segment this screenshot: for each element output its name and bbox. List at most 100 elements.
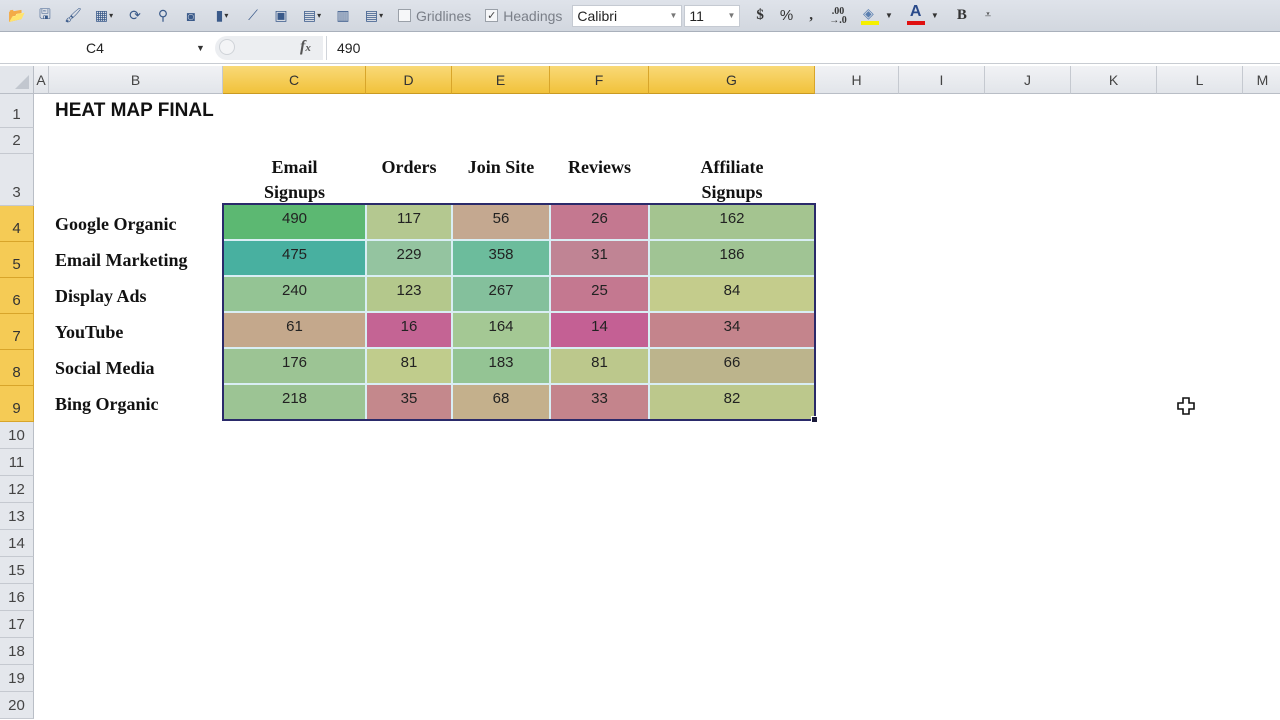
heat-cell[interactable]: 34 <box>650 313 814 349</box>
column-header-j[interactable]: J <box>985 66 1071 94</box>
row-header-1[interactable]: 1 <box>0 94 34 128</box>
name-box-dropdown-icon[interactable]: ▼ <box>196 43 205 53</box>
heat-cell[interactable]: 176 <box>224 349 367 385</box>
refresh-button[interactable]: ⟳ <box>124 5 146 27</box>
font-color-button[interactable]: A <box>905 3 927 27</box>
heat-cell[interactable]: 84 <box>650 277 814 313</box>
gridlines-toggle[interactable]: Gridlines <box>398 8 471 24</box>
column-header-i[interactable]: I <box>899 66 985 94</box>
chart-button[interactable]: ▮ <box>208 5 236 27</box>
heat-cell[interactable]: 82 <box>650 385 814 419</box>
row-header-6[interactable]: 6 <box>0 278 34 314</box>
row-header-9[interactable]: 9 <box>0 386 34 422</box>
decrease-decimal-button[interactable]: .00 →.0 <box>829 6 847 25</box>
headings-checkbox[interactable]: ✓ <box>485 9 499 22</box>
row-header-20[interactable]: 20 <box>0 692 34 719</box>
heat-cell[interactable]: 26 <box>551 205 650 241</box>
line-chart-button[interactable]: ⟋ <box>242 5 264 27</box>
heat-cell[interactable]: 56 <box>453 205 551 241</box>
currency-format-button[interactable]: $ <box>756 7 764 24</box>
heat-cell[interactable]: 218 <box>224 385 367 419</box>
heat-map-range[interactable]: 490 117 56 26 162 475 229 358 31 186 240 123 267 25 84… <box>222 203 816 421</box>
heat-cell[interactable]: 66 <box>650 349 814 385</box>
heat-cell[interactable]: 25 <box>551 277 650 313</box>
column-header-m[interactable]: M <box>1243 66 1280 94</box>
save-button[interactable]: 🖫 <box>34 5 56 27</box>
heat-cell[interactable]: 117 <box>367 205 453 241</box>
column-header-g[interactable]: G <box>649 66 815 94</box>
table-style-button[interactable]: ▤ <box>298 5 326 27</box>
headings-toggle[interactable]: ✓ Headings <box>485 8 562 24</box>
column-header-k[interactable]: K <box>1071 66 1157 94</box>
font-name-select[interactable]: Calibri ▼ <box>572 4 683 27</box>
heat-cell[interactable]: 183 <box>453 349 551 385</box>
customize-toolbar-icon[interactable]: ⩡ <box>985 9 991 22</box>
row-header-5[interactable]: 5 <box>0 242 34 278</box>
cell-style-button[interactable]: ▤ <box>360 5 388 27</box>
heat-cell[interactable]: 162 <box>650 205 814 241</box>
row-header-16[interactable]: 16 <box>0 584 34 611</box>
heat-cell[interactable]: 358 <box>453 241 551 277</box>
heat-cell[interactable]: 186 <box>650 241 814 277</box>
heat-cell[interactable]: 267 <box>453 277 551 313</box>
insert-function-button[interactable]: fx <box>300 38 311 56</box>
fill-handle[interactable] <box>811 416 818 423</box>
heat-cell[interactable]: 240 <box>224 277 367 313</box>
column-header-c[interactable]: C <box>223 66 366 94</box>
heat-cell[interactable]: 81 <box>367 349 453 385</box>
heat-cell[interactable]: 123 <box>367 277 453 313</box>
heat-cell[interactable]: 31 <box>551 241 650 277</box>
column-header-l[interactable]: L <box>1157 66 1243 94</box>
name-box[interactable]: C4 ▼ <box>0 36 212 60</box>
row-header-4[interactable]: 4 <box>0 206 34 242</box>
row-header-3[interactable]: 3 <box>0 154 34 206</box>
font-size-select[interactable]: 11 ▼ <box>684 4 741 27</box>
filter-button[interactable]: ⚲ <box>152 5 174 27</box>
row-header-18[interactable]: 18 <box>0 638 34 665</box>
heat-cell[interactable]: 81 <box>551 349 650 385</box>
row-header-8[interactable]: 8 <box>0 350 34 386</box>
format-painter-button[interactable]: 🖌 <box>62 5 84 27</box>
column-header-f[interactable]: F <box>550 66 649 94</box>
font-color-dropdown-icon[interactable]: ▼ <box>931 11 939 20</box>
gridlines-checkbox[interactable] <box>398 9 411 22</box>
table-button[interactable]: ▦ <box>90 5 118 27</box>
percent-format-button[interactable]: % <box>780 7 793 24</box>
row-header-11[interactable]: 11 <box>0 449 34 476</box>
column-header-h[interactable]: H <box>815 66 899 94</box>
column-header-e[interactable]: E <box>452 66 550 94</box>
open-button[interactable]: 📂 <box>6 5 28 27</box>
row-header-12[interactable]: 12 <box>0 476 34 503</box>
select-all-button[interactable] <box>0 66 34 94</box>
row-header-2[interactable]: 2 <box>0 128 34 154</box>
formula-input[interactable]: 490 <box>326 36 1280 60</box>
heat-cell[interactable]: 68 <box>453 385 551 419</box>
row-header-7[interactable]: 7 <box>0 314 34 350</box>
heat-cell[interactable]: 475 <box>224 241 367 277</box>
worksheet[interactable]: HEAT MAP FINAL Email Signups Orders Join Si… <box>34 94 1280 720</box>
row-header-19[interactable]: 19 <box>0 665 34 692</box>
column-header-d[interactable]: D <box>366 66 452 94</box>
chevron-down-icon[interactable]: ▼ <box>727 11 735 20</box>
heat-cell[interactable]: 490 <box>224 205 367 241</box>
row-header-15[interactable]: 15 <box>0 557 34 584</box>
heat-cell[interactable]: 33 <box>551 385 650 419</box>
fill-color-dropdown-icon[interactable]: ▼ <box>885 11 893 20</box>
resize-handle[interactable] <box>219 39 235 55</box>
column-header-a[interactable]: A <box>34 66 49 94</box>
bold-button[interactable]: B <box>957 7 967 24</box>
chevron-down-icon[interactable]: ▼ <box>669 11 677 20</box>
camera-button[interactable]: ◙ <box>180 5 202 27</box>
heat-cell[interactable]: 229 <box>367 241 453 277</box>
comma-format-button[interactable]: , <box>809 7 813 24</box>
row-header-17[interactable]: 17 <box>0 611 34 638</box>
heat-cell[interactable]: 14 <box>551 313 650 349</box>
heat-cell[interactable]: 61 <box>224 313 367 349</box>
row-header-13[interactable]: 13 <box>0 503 34 530</box>
column-header-b[interactable]: B <box>49 66 223 94</box>
row-header-14[interactable]: 14 <box>0 530 34 557</box>
fill-color-button[interactable]: ◈ <box>859 5 881 27</box>
heat-cell[interactable]: 16 <box>367 313 453 349</box>
pivot-button[interactable]: ▣ <box>270 5 292 27</box>
heat-cell[interactable]: 164 <box>453 313 551 349</box>
